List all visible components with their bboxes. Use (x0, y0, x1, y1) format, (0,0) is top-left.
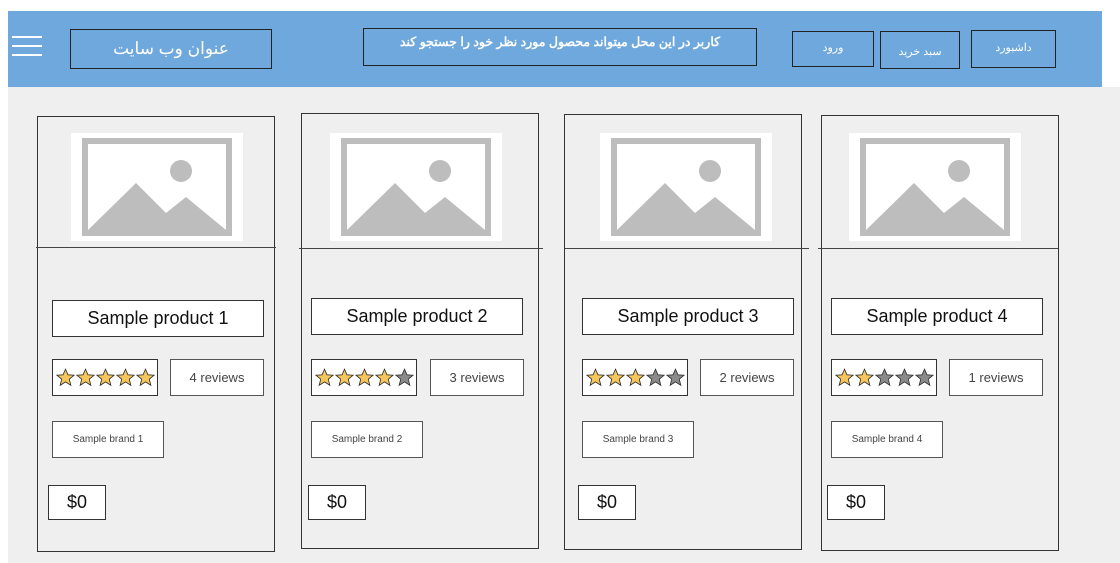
star-empty-icon (894, 368, 914, 387)
product-name[interactable]: Sample product 3 (582, 298, 794, 335)
star-empty-icon (645, 368, 665, 387)
star-filled-icon (854, 368, 874, 387)
image-placeholder-icon (600, 133, 772, 241)
star-rating (582, 359, 688, 396)
brand-label[interactable]: Sample brand 4 (831, 421, 943, 458)
star-empty-icon (874, 368, 894, 387)
star-empty-icon (665, 368, 685, 387)
reviews-count[interactable]: 4 reviews (170, 359, 264, 396)
card-divider (565, 248, 809, 249)
cart-button[interactable]: سبد خرید (880, 31, 960, 69)
price-label: $0 (827, 485, 885, 520)
brand-label[interactable]: Sample brand 2 (311, 421, 423, 458)
star-filled-icon (314, 368, 334, 387)
product-name[interactable]: Sample product 1 (52, 300, 264, 337)
product-name[interactable]: Sample product 2 (311, 298, 523, 335)
image-placeholder-icon (330, 133, 502, 241)
reviews-count[interactable]: 2 reviews (700, 359, 794, 396)
star-filled-icon (135, 368, 155, 387)
product-card[interactable]: Sample product 1 4 reviews Sample brand … (36, 116, 276, 552)
site-title[interactable]: عنوان وب سایت (70, 29, 272, 69)
product-name[interactable]: Sample product 4 (831, 298, 1043, 335)
login-button[interactable]: ورود (792, 31, 874, 67)
image-placeholder-icon (849, 133, 1021, 241)
search-input[interactable]: کاربر در این محل میتواند محصول مورد نظر … (363, 28, 757, 66)
card-divider (36, 247, 276, 248)
brand-label[interactable]: Sample brand 1 (52, 421, 164, 458)
card-divider (299, 248, 543, 249)
star-filled-icon (55, 368, 75, 387)
reviews-count[interactable]: 1 reviews (949, 359, 1043, 396)
hamburger-menu-icon[interactable] (12, 33, 42, 61)
star-empty-icon (394, 368, 414, 387)
dashboard-button[interactable]: داشبورد (971, 30, 1056, 68)
product-card[interactable]: Sample product 4 1 reviews Sample brand … (818, 115, 1059, 551)
product-grid: Sample product 1 4 reviews Sample brand … (8, 87, 1120, 563)
star-filled-icon (374, 368, 394, 387)
price-label: $0 (48, 485, 106, 520)
price-label: $0 (578, 485, 636, 520)
star-filled-icon (354, 368, 374, 387)
star-filled-icon (834, 368, 854, 387)
star-filled-icon (585, 368, 605, 387)
star-rating (311, 359, 417, 396)
site-header: عنوان وب سایت کاربر در این محل میتواند م… (8, 11, 1102, 87)
price-label: $0 (308, 485, 366, 520)
brand-label[interactable]: Sample brand 3 (582, 421, 694, 458)
product-card[interactable]: Sample product 2 3 reviews Sample brand … (299, 113, 543, 549)
star-rating (52, 359, 158, 396)
star-filled-icon (334, 368, 354, 387)
star-filled-icon (95, 368, 115, 387)
star-rating (831, 359, 937, 396)
image-placeholder-icon (71, 133, 243, 241)
star-filled-icon (75, 368, 95, 387)
star-filled-icon (605, 368, 625, 387)
card-divider (818, 248, 1058, 249)
product-card[interactable]: Sample product 3 2 reviews Sample brand … (564, 114, 809, 550)
star-filled-icon (625, 368, 645, 387)
star-filled-icon (115, 368, 135, 387)
reviews-count[interactable]: 3 reviews (430, 359, 524, 396)
star-empty-icon (914, 368, 934, 387)
